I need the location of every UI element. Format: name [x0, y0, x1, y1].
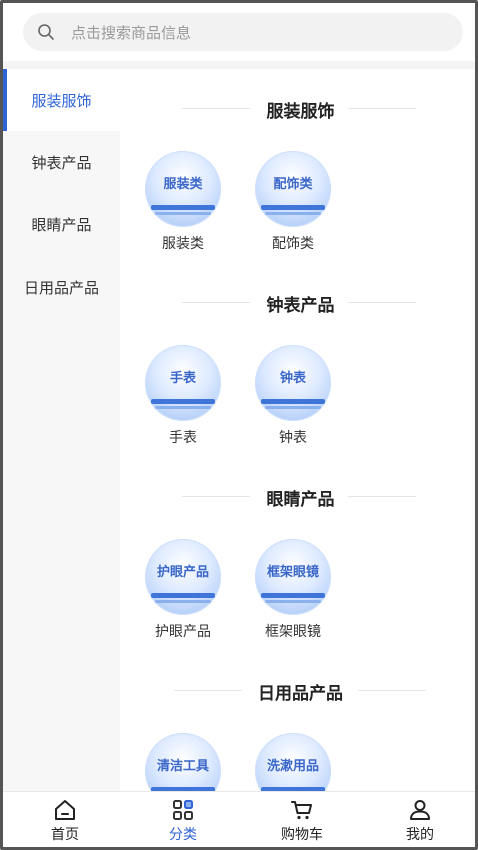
category-image: 配饰类 — [255, 151, 331, 227]
category-item[interactable]: 配饰类 配饰类 — [248, 151, 338, 253]
divider — [182, 496, 250, 497]
user-icon — [410, 800, 430, 820]
cart-icon — [291, 801, 312, 820]
category-image-text: 护眼产品 — [156, 565, 209, 580]
divider — [348, 302, 416, 303]
divider — [182, 302, 250, 303]
category-image: 手表 — [145, 345, 221, 421]
divider — [174, 690, 242, 691]
category-image-text: 手表 — [169, 371, 196, 386]
divider — [358, 690, 426, 691]
divider — [3, 61, 475, 69]
category-image-text: 钟表 — [279, 371, 306, 386]
category-item[interactable]: 手表 手表 — [138, 345, 228, 447]
sidebar-item-daily[interactable]: 日用品产品 — [3, 256, 120, 318]
category-item[interactable]: 钟表 钟表 — [248, 345, 338, 447]
tab-label: 我的 — [406, 827, 434, 843]
search-icon — [38, 24, 54, 40]
category-image-text: 洗漱用品 — [266, 759, 319, 774]
sidebar-item-label: 日用品产品 — [23, 278, 99, 297]
tab-category[interactable]: 分类 — [143, 798, 223, 844]
bottom-tab-bar: 首页 分类 购物车 我的 — [3, 791, 475, 847]
tab-home[interactable]: 首页 — [25, 798, 105, 844]
category-image-text: 配饰类 — [273, 177, 313, 192]
category-item[interactable]: 洗漱用品 — [248, 733, 338, 791]
category-image-text: 清洁工具 — [156, 759, 209, 774]
tab-label: 首页 — [51, 827, 79, 843]
sidebar-item-label: 钟表产品 — [31, 153, 92, 172]
section-title: 眼睛产品 — [120, 485, 475, 510]
section-title: 日用品产品 — [120, 679, 475, 704]
category-image-text: 服装类 — [163, 177, 203, 192]
sidebar-item-eyes[interactable]: 眼睛产品 — [3, 193, 120, 255]
category-content: 服装服饰 服装类 服装类 配饰类 配饰类 钟表产品 手表 手表 钟表 钟表 眼睛… — [120, 69, 475, 791]
section-title-text: 钟表产品 — [266, 296, 335, 316]
category-image-text: 框架眼镜 — [266, 565, 319, 580]
sidebar-item-clothing[interactable]: 服装服饰 — [3, 69, 120, 131]
category-image: 框架眼镜 — [255, 539, 331, 615]
category-image: 护眼产品 — [145, 539, 221, 615]
category-item[interactable]: 服装类 服装类 — [138, 151, 228, 253]
divider — [182, 108, 250, 109]
category-image: 洗漱用品 — [255, 733, 331, 791]
section-title: 钟表产品 — [120, 291, 475, 316]
divider — [348, 496, 416, 497]
category-image: 服装类 — [145, 151, 221, 227]
tab-label: 购物车 — [281, 827, 323, 843]
section-title-text: 服装服饰 — [266, 102, 335, 122]
category-label: 配饰类 — [272, 236, 314, 252]
category-label: 护眼产品 — [155, 624, 211, 640]
category-label: 钟表 — [279, 430, 307, 446]
category-label: 服装类 — [162, 236, 204, 252]
sidebar-item-watches[interactable]: 钟表产品 — [3, 131, 120, 193]
section-title-text: 眼睛产品 — [266, 490, 335, 510]
category-label: 手表 — [169, 430, 197, 446]
category-image: 清洁工具 — [145, 733, 221, 791]
home-icon — [55, 800, 75, 820]
sidebar-item-label: 眼睛产品 — [31, 215, 92, 234]
search-bar[interactable]: 点击搜索商品信息 — [23, 13, 463, 51]
section-title: 服装服饰 — [120, 97, 475, 122]
category-sidebar: 服装服饰 钟表产品 眼睛产品 日用品产品 — [3, 69, 120, 791]
search-placeholder[interactable]: 点击搜索商品信息 — [71, 22, 191, 43]
tab-label: 分类 — [169, 827, 197, 843]
category-image: 钟表 — [255, 345, 331, 421]
app-frame: 点击搜索商品信息 服装服饰 钟表产品 眼睛产品 日用品产品 服装服饰 服装类 服… — [0, 0, 478, 850]
category-item[interactable]: 框架眼镜 框架眼镜 — [248, 539, 338, 641]
tab-mine[interactable]: 我的 — [380, 798, 460, 844]
tab-cart[interactable]: 购物车 — [262, 798, 342, 844]
divider — [348, 108, 416, 109]
category-icon — [173, 800, 193, 820]
section-title-text: 日用品产品 — [258, 684, 343, 704]
category-item[interactable]: 清洁工具 — [138, 733, 228, 791]
sidebar-item-label: 服装服饰 — [31, 91, 92, 110]
category-label: 框架眼镜 — [265, 624, 321, 640]
category-item[interactable]: 护眼产品 护眼产品 — [138, 539, 228, 641]
